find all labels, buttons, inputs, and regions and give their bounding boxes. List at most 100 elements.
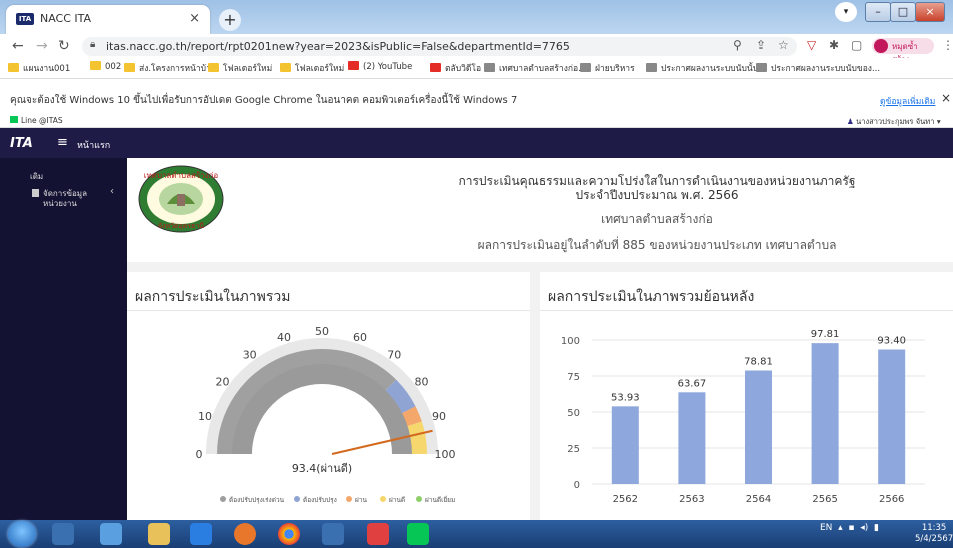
media-app-icon[interactable] [322,523,344,545]
chrome-app-icon[interactable] [278,523,300,545]
ie-app-icon[interactable] [190,523,212,545]
hamburger-menu-icon[interactable]: ≡ [57,135,68,150]
extension-icon[interactable]: ▽ [807,38,816,52]
legend-marker [380,496,386,502]
maximize-button[interactable]: □ [890,2,916,22]
bookmark-item[interactable]: โฟลเดอร์ใหม่ [280,61,344,75]
y-tick-label: 75 [567,372,580,383]
bookmark-icon [484,63,495,72]
svg-text:จังหวัดอุดรธานี: จังหวัดอุดรธานี [158,222,204,230]
line-link[interactable]: Line @ITAS [10,116,63,125]
history-bar-chart: 0 25 50 75 100 53.93 2562 63.67 2563 78.81 2564 97.… [561,329,925,505]
bar[interactable] [678,392,706,484]
tab-search-icon[interactable]: ▾ [835,2,857,22]
bar-value-label: 93.40 [877,336,906,347]
score-gauge: 0 10 20 30 40 50 60 70 80 90 100 93.4(ผ่านดี) ต้องปร… [196,325,456,504]
system-tray[interactable]: EN ▴ ▪ ◂) ▮ [820,523,879,533]
y-tick-label: 25 [567,444,580,455]
bookmark-label: ส่ง.โครงการหน้าบ้า [139,64,211,74]
bookmark-icon [280,63,291,72]
legend-label[interactable]: ผ่านดีเยี่ยม [425,495,455,504]
address-row: ← → ↻ 🔒︎ itas.nacc.go.th/report/rpt0201n… [0,34,953,64]
x-tick-label: 2564 [746,494,771,505]
legend-marker [346,496,352,502]
bookmark-item[interactable]: โฟลเดอร์ใหม่ [208,61,272,75]
gauge-tick-label: 0 [196,448,203,461]
bar[interactable] [811,343,839,484]
bookmark-label: แผนงาน001 [23,64,71,74]
bookmark-label: ตลับวิดีโอ [445,64,482,74]
bookmark-star-icon[interactable]: ☆ [778,38,789,52]
bookmark-label: ฝ่ายบริหาร [595,64,635,74]
legend-label[interactable]: ต้องปรับปรุง [303,496,337,504]
gauge-tick-label: 20 [215,376,229,389]
tab-close-icon[interactable]: × [189,11,200,26]
bookmark-icon [8,63,19,72]
zoom-icon[interactable]: ⚲ [733,38,742,52]
clock[interactable]: 11:35 5/4/2567 [915,523,953,545]
rank-text: ผลการประเมินอยู่ในลำดับที่ 885 ของหน่วยง… [477,238,837,252]
y-tick-label: 0 [574,480,580,491]
sidebar-item-prev[interactable]: เดิม [30,170,43,183]
reload-icon[interactable]: ↻ [58,38,70,54]
bar[interactable] [878,349,906,484]
close-window-button[interactable]: × [915,2,945,22]
side-panel-icon[interactable]: ▢ [851,38,862,52]
bookmark-label: เทศบาลตำบลสร้างก่อ... [499,64,587,74]
bookmark-item[interactable]: ตลับวิดีโอ [430,61,481,75]
learn-more-link[interactable]: ดูข้อมูลเพิ่มเติม [880,94,935,108]
bookmark-item[interactable]: ประกาศผลงานระบบนับของ... [756,61,880,75]
gauge-tick-label: 50 [315,325,329,338]
legend-label[interactable]: ต้องปรับปรุงเร่งด่วน [229,496,285,504]
extensions-puzzle-icon[interactable]: ✱ [829,38,839,52]
address-bar[interactable]: 🔒︎ itas.nacc.go.th/report/rpt0201new?yea… [82,37,797,56]
bookmark-label: 002 [105,62,122,72]
gauge-tick-label: 70 [387,348,401,361]
sidebar-item-manage[interactable]: จัดการข้อมูล หน่วยงาน [43,189,103,209]
legend-marker [294,496,300,502]
chevron-left-icon[interactable]: ‹ [110,186,114,197]
bar[interactable] [611,406,639,484]
app-icon[interactable] [367,523,389,545]
legend-label[interactable]: ผ่านดี [389,496,405,504]
bookmark-icon [348,61,359,70]
menu-icon[interactable]: ⋮ [942,38,953,52]
ita-logo[interactable]: ITA [10,136,33,151]
home-link[interactable]: หน้าแรก [77,138,110,152]
bookmark-item[interactable]: ส่ง.โครงการหน้าบ้า [124,61,211,75]
profile-button[interactable]: หมุดซ้ำสร้าง [872,38,934,64]
line-app-icon[interactable] [407,523,429,545]
svg-text:เทศบาลตำบลสร้างก่อ: เทศบาลตำบลสร้างก่อ [144,171,219,180]
info-close-icon[interactable]: × [941,91,951,105]
browser-title-bar: ITA NACC ITA × + ▾ – □ × [0,0,953,34]
bar-value-label: 63.67 [678,378,707,389]
bookmark-item[interactable]: 002 [90,61,121,72]
sidebar: เดิม จัดการข้อมูล หน่วยงาน ‹ [0,158,127,520]
bookmark-item[interactable]: เทศบาลตำบลสร้างก่อ... [484,61,586,75]
back-icon[interactable]: ← [12,38,24,54]
forward-icon[interactable]: → [36,38,48,54]
gauge-tick-label: 90 [432,410,446,423]
bookmark-icon [430,63,441,72]
bookmark-item[interactable]: (2) YouTube [348,61,412,72]
bar[interactable] [745,370,772,484]
bookmark-item[interactable]: ประกาศผลงานระบบนับนั้น... [646,61,767,75]
gauge-tick-label: 30 [243,348,257,361]
app-icon[interactable] [100,523,122,545]
bookmark-item[interactable]: ฝ่ายบริหาร [580,61,635,75]
y-tick-label: 50 [567,408,580,419]
legend-label[interactable]: ผ่าน [355,496,367,504]
logged-user[interactable]: ♟ นางสาวประกุมพร จันทา ▾ [847,116,941,128]
x-tick-label: 2565 [812,494,837,505]
explorer-app-icon[interactable] [52,523,74,545]
start-button[interactable] [8,521,36,547]
share-icon[interactable]: ⇪ [756,38,766,52]
x-tick-label: 2562 [613,494,638,505]
bookmark-item[interactable]: แผนงาน001 [8,61,70,75]
new-tab-button[interactable]: + [219,9,241,31]
gauge-tick-label: 100 [435,448,456,461]
browser-tab[interactable]: ITA NACC ITA × [6,5,210,34]
firefox-app-icon[interactable] [234,523,256,545]
minimize-button[interactable]: – [865,2,891,22]
folder-app-icon[interactable] [148,523,170,545]
